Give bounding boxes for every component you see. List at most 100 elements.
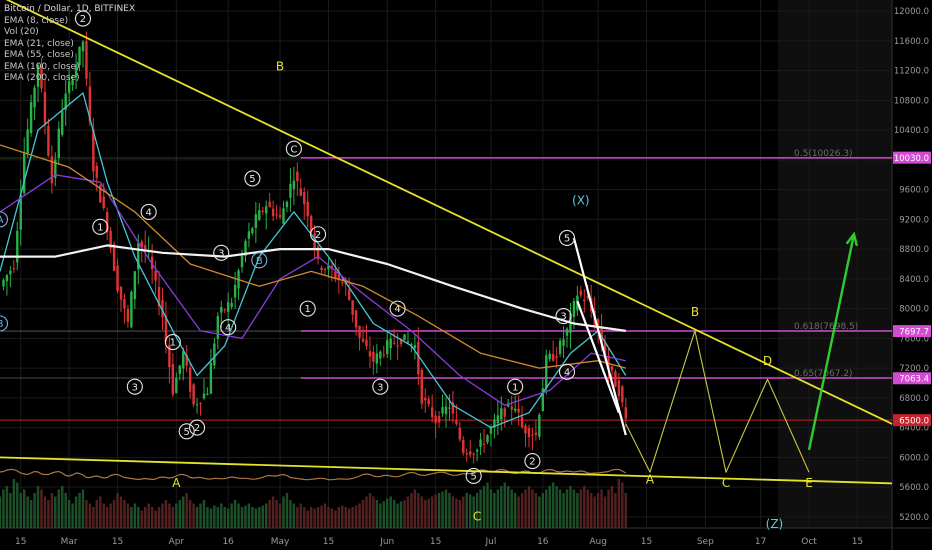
volume-bar-96 xyxy=(330,508,334,528)
volume-bar-98 xyxy=(337,507,341,528)
wave-text-24: B xyxy=(276,60,284,74)
legend-ema-55[interactable]: EMA (55, close) xyxy=(4,50,135,62)
wave-text-13: C xyxy=(290,144,297,155)
candle-body-9 xyxy=(29,102,33,134)
candle-body-103 xyxy=(354,310,358,328)
chart-background xyxy=(0,0,932,550)
volume-bar-181 xyxy=(624,493,627,528)
price-chart[interactable]: 0.5(10026.3)0.618(7698.5)0.65(7067.2) AB… xyxy=(0,0,932,550)
candle-body-141 xyxy=(486,435,489,443)
candle-body-155 xyxy=(534,432,538,435)
volume-bar-148 xyxy=(510,489,513,528)
volume-bar-167 xyxy=(576,493,579,528)
volume-bar-31 xyxy=(105,507,109,528)
fib-label-0: 0.5(10026.3) xyxy=(794,149,853,159)
volume-bar-122 xyxy=(420,496,424,528)
volume-bar-48 xyxy=(164,500,168,528)
candle-body-105 xyxy=(361,339,365,342)
wave-text-17: 4 xyxy=(394,304,400,315)
chart-title: Bitcoin / Dollar, 1D, BITFINEX xyxy=(4,4,136,14)
volume-bar-164 xyxy=(565,489,569,528)
candle-body-8 xyxy=(26,129,29,154)
wave-label-26: A xyxy=(172,476,181,490)
legend-ema-100[interactable]: EMA (100, close) xyxy=(4,62,135,74)
volume-bar-73 xyxy=(251,507,254,528)
volume-bar-89 xyxy=(306,510,309,528)
x-tick-0: 15 xyxy=(15,537,26,547)
volume-bar-132 xyxy=(455,498,458,528)
candle-body-53 xyxy=(182,351,185,369)
volume-bar-142 xyxy=(489,489,493,528)
price-tag-text-3: 6500.0 xyxy=(899,416,929,426)
candle-body-5 xyxy=(16,230,19,263)
wave-text-20: 2 xyxy=(529,457,535,468)
volume-bar-0 xyxy=(0,496,2,528)
candle-body-52 xyxy=(178,365,181,374)
candle-body-169 xyxy=(583,299,586,302)
candle-body-166 xyxy=(572,301,576,317)
candle-body-162 xyxy=(558,340,562,354)
candle-body-138 xyxy=(475,449,479,452)
legend-vol[interactable]: Vol (20) xyxy=(4,27,135,39)
candle-body-68 xyxy=(233,284,237,298)
candle-body-45 xyxy=(154,271,157,281)
candle-body-34 xyxy=(116,265,119,292)
legend-ema-200[interactable]: EMA (200, close) xyxy=(4,73,135,85)
volume-bar-86 xyxy=(296,507,299,528)
volume-bar-121 xyxy=(417,493,420,528)
legend-ema-21[interactable]: EMA (21, close) xyxy=(4,39,135,51)
candle-body-106 xyxy=(365,339,368,346)
volume-bar-153 xyxy=(527,486,531,528)
candle-body-63 xyxy=(216,316,220,339)
legend-ema-8[interactable]: EMA (8, close) xyxy=(4,16,135,28)
candle-178 xyxy=(614,369,617,388)
volume-bar-118 xyxy=(406,496,410,528)
volume-bar-39 xyxy=(133,503,137,528)
volume-bar-128 xyxy=(441,491,444,528)
y-tick-1: 11600.0 xyxy=(894,37,929,47)
candle-body-104 xyxy=(358,325,361,338)
volume-bar-165 xyxy=(569,486,572,528)
x-tick-11: Aug xyxy=(589,537,607,547)
candle-body-179 xyxy=(617,380,621,397)
volume-bar-59 xyxy=(202,500,206,528)
volume-bar-47 xyxy=(161,503,164,528)
volume-bar-161 xyxy=(555,486,558,528)
candle-body-134 xyxy=(462,440,465,453)
wave-text-9: 3 xyxy=(218,248,224,259)
wave-text-14: 2 xyxy=(315,230,321,241)
volume-bar-104 xyxy=(358,503,361,528)
candle-body-36 xyxy=(123,299,126,309)
volume-bar-58 xyxy=(199,503,202,528)
candle-body-6 xyxy=(19,194,22,230)
volume-bar-154 xyxy=(531,489,534,528)
wave-text-30: C xyxy=(722,476,730,490)
candle-117 xyxy=(403,334,406,341)
wave-label-27: C xyxy=(473,510,481,524)
wave-text-6: 1 xyxy=(170,338,176,349)
volume-bar-92 xyxy=(316,507,320,528)
volume-bar-11 xyxy=(36,486,40,528)
candle-body-145 xyxy=(500,408,503,420)
volume-bar-7 xyxy=(22,489,26,528)
candle-body-85 xyxy=(292,180,296,189)
volume-bar-54 xyxy=(185,493,188,528)
y-tick-3: 10800.0 xyxy=(894,96,929,106)
wave-text-18: 5 xyxy=(470,472,476,483)
volume-bar-78 xyxy=(268,500,271,528)
volume-bar-56 xyxy=(192,503,195,528)
volume-bar-147 xyxy=(507,486,510,528)
x-tick-16: 15 xyxy=(852,537,863,547)
volume-bar-57 xyxy=(195,507,199,528)
volume-bar-76 xyxy=(261,505,264,528)
y-tick-6: 9600.0 xyxy=(899,186,929,196)
volume-bar-120 xyxy=(413,489,417,528)
volume-bar-115 xyxy=(396,503,399,528)
volume-bar-175 xyxy=(603,496,607,528)
volume-bar-16 xyxy=(54,496,57,528)
candle-156 xyxy=(538,412,541,440)
candle-body-80 xyxy=(275,214,278,216)
volume-bar-81 xyxy=(278,503,282,528)
volume-bar-29 xyxy=(99,496,102,528)
candle-body-75 xyxy=(258,210,261,220)
